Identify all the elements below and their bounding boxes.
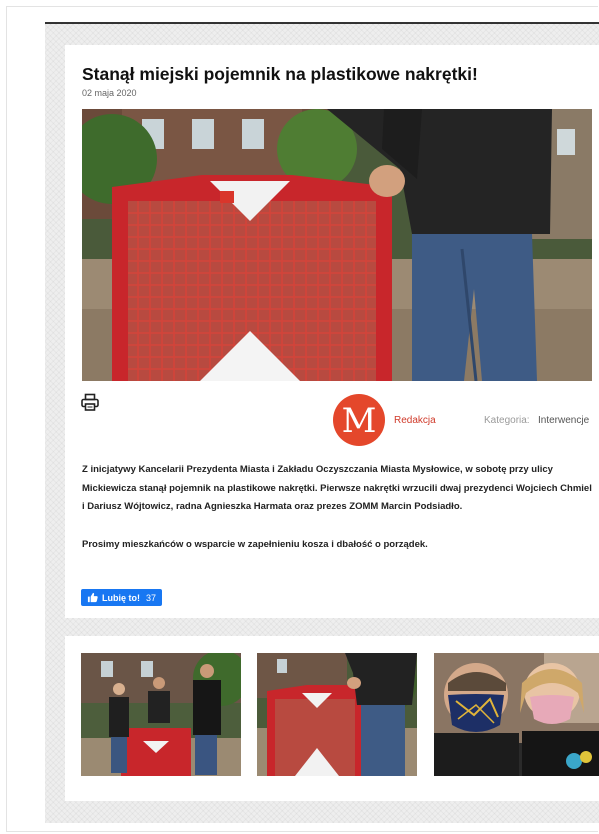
article-main-image[interactable]: [82, 109, 592, 381]
gallery-thumb-3[interactable]: [434, 653, 599, 776]
category-link[interactable]: Interwencje: [538, 415, 589, 426]
article-title: Stanął miejski pojemnik na plastikowe na…: [82, 64, 478, 84]
thumbs-up-icon: [87, 592, 98, 603]
top-divider: [45, 22, 599, 24]
article-paragraph-1: Z inicjatywy Kancelarii Prezydenta Miast…: [82, 464, 592, 512]
gallery-thumb-2[interactable]: [257, 653, 417, 776]
photo-gallery: [65, 636, 599, 801]
author-link[interactable]: Redakcja: [394, 415, 436, 426]
article-card: Stanął miejski pojemnik na plastikowe na…: [65, 45, 599, 618]
svg-text:M: M: [342, 401, 377, 441]
like-label: Lubię to!: [102, 592, 140, 603]
print-icon[interactable]: [81, 393, 99, 411]
like-count: 37: [146, 592, 157, 603]
author-logo: M: [333, 394, 385, 446]
article-date: 02 maja 2020: [82, 88, 137, 98]
facebook-like-button[interactable]: Lubię to! 37: [81, 589, 163, 606]
gallery-thumb-1[interactable]: [81, 653, 241, 776]
article-paragraph-2: Prosimy mieszkańców o wsparcie w zapełni…: [82, 539, 428, 550]
category-label: Kategoria:: [484, 415, 530, 426]
